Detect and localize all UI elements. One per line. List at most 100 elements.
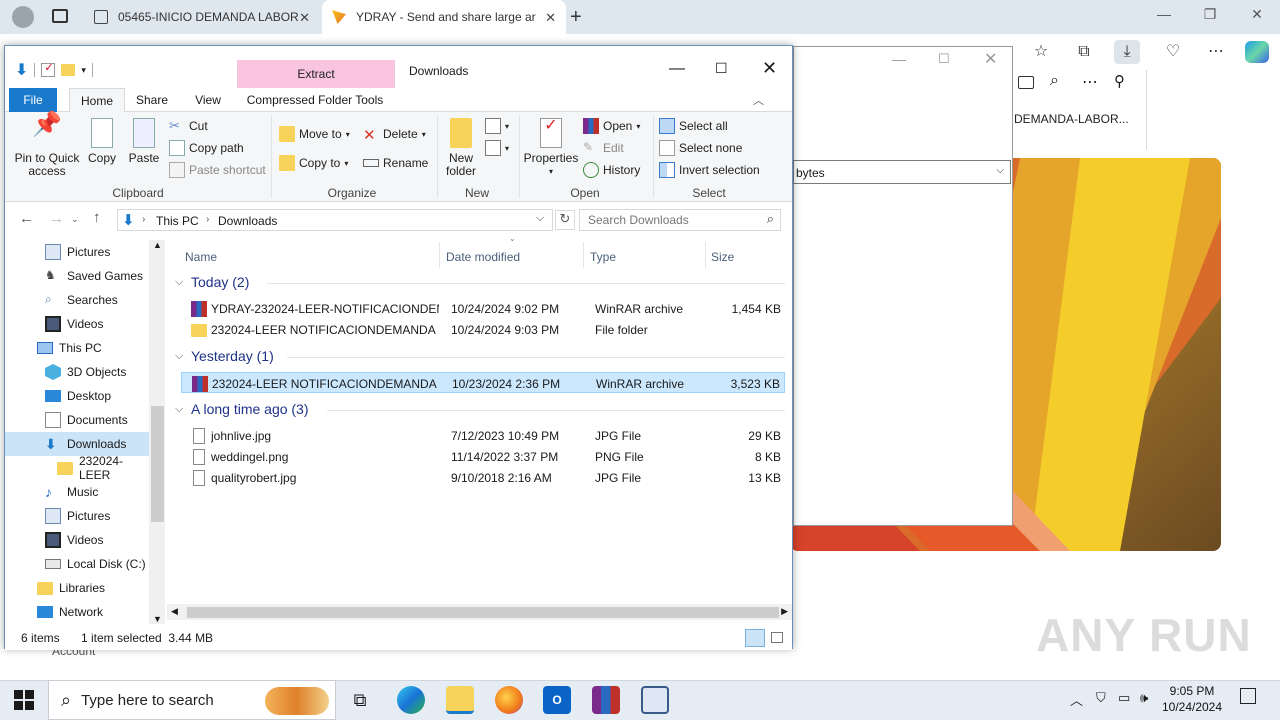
delete-button[interactable]: ✕ Delete ▾ (363, 124, 426, 144)
refresh-button[interactable]: ↻ (555, 210, 575, 230)
properties-button[interactable]: ✓ Properties ▾ (523, 118, 579, 178)
column-header-type[interactable]: Type (590, 250, 616, 264)
search-icon[interactable]: ⌕ (1050, 72, 1059, 90)
select-all-button[interactable]: Select all (659, 116, 728, 136)
dialog-minimize-icon[interactable]: — (892, 51, 906, 67)
easy-access-button[interactable]: ▾ (485, 138, 509, 158)
new-folder-button[interactable]: New folder (441, 118, 481, 178)
edge-icon[interactable] (397, 686, 425, 714)
edit-button[interactable]: ✎ Edit (583, 138, 624, 158)
nav-item-videos[interactable]: Videos (5, 312, 149, 336)
file-row[interactable]: 232024-LEER NOTIFICACIONDEMANDA L... 10/… (181, 372, 785, 393)
nav-item-searches[interactable]: ⌕ Searches (5, 288, 149, 312)
forward-button[interactable]: → (49, 210, 64, 227)
move-to-button[interactable]: Move to ▾ (279, 124, 350, 144)
new-item-button[interactable]: ▾ (485, 116, 509, 136)
downloads-icon[interactable]: ⤓ (1114, 40, 1140, 64)
tab-compressed-folder-tools[interactable]: Compressed Folder Tools (245, 88, 385, 112)
address-bar[interactable]: ⬇ › This PC › Downloads ⌵ (117, 209, 553, 231)
security-icon[interactable]: ⛉ (1096, 690, 1106, 706)
outlook-icon[interactable]: O (543, 686, 571, 714)
app-icon[interactable] (641, 686, 669, 714)
file-row[interactable]: johnlive.jpg 7/12/2023 10:49 PM JPG File… (181, 425, 785, 446)
unit-select[interactable]: bytes ⌵ (793, 160, 1011, 184)
tab-share[interactable]: Share (131, 88, 173, 112)
paste-shortcut-button[interactable]: Paste shortcut (169, 160, 266, 180)
nav-item-libraries[interactable]: Libraries (5, 576, 149, 600)
new-folder-icon[interactable] (61, 64, 76, 76)
customize-qat-icon[interactable]: ▾ (81, 65, 86, 76)
column-header-date[interactable]: Date modified (446, 250, 520, 264)
cut-button[interactable]: ✂ Cut (169, 116, 208, 136)
rename-button[interactable]: Rename (363, 153, 428, 173)
pin-icon[interactable]: ⚲ (1114, 72, 1125, 90)
copy-path-button[interactable]: Copy path (169, 138, 244, 158)
show-hidden-icons-icon[interactable]: ︿ (1070, 690, 1083, 709)
collapse-ribbon-icon[interactable]: ︿ (753, 92, 764, 108)
nav-item-pictures[interactable]: Pictures (5, 240, 149, 264)
start-button[interactable] (14, 690, 34, 710)
properties-icon[interactable]: ✓ (41, 62, 56, 77)
pin-to-quick-access-button[interactable]: 📌 Pin to Quick access (11, 113, 83, 178)
column-header-name[interactable]: Name (185, 250, 217, 264)
paste-button[interactable]: Paste (127, 118, 161, 165)
notifications-icon[interactable] (1240, 688, 1256, 704)
minimize-icon[interactable]: — (669, 60, 685, 78)
browser-tab-inicio-demanda[interactable]: 05465-INICIO DEMANDA LABOR ✕ (84, 0, 320, 34)
favorites-icon[interactable]: ☆ (1028, 40, 1054, 64)
close-icon[interactable]: ✕ (1245, 6, 1269, 28)
nav-item-network[interactable]: Network (5, 600, 149, 624)
scroll-left-icon[interactable]: ◀ (171, 606, 178, 617)
new-tab-icon[interactable]: + (570, 6, 582, 29)
folder-icon[interactable] (1018, 76, 1034, 89)
select-none-button[interactable]: Select none (659, 138, 742, 158)
volume-icon[interactable]: 🕪 (1140, 690, 1148, 706)
tab-actions-icon[interactable] (52, 9, 68, 23)
collections-icon[interactable]: ⧉ (1071, 40, 1097, 64)
network-icon[interactable]: ▭ (1118, 690, 1130, 706)
scroll-up-icon[interactable]: ▲ (153, 240, 162, 250)
nav-item-documents[interactable]: Documents (5, 408, 149, 432)
close-tab-icon[interactable]: ✕ (299, 10, 310, 26)
file-row[interactable]: YDRAY-232024-LEER-NOTIFICACIONDEM... 10/… (181, 298, 785, 319)
dialog-close-icon[interactable]: ✕ (984, 49, 997, 69)
firefox-icon[interactable] (495, 686, 523, 714)
invert-selection-button[interactable]: Invert selection (659, 160, 760, 180)
nav-item-this-pc[interactable]: This PC (5, 336, 149, 360)
nav-item-videos-pc[interactable]: Videos (5, 528, 149, 552)
dialog-maximize-icon[interactable]: ☐ (938, 51, 950, 67)
recent-locations-icon[interactable]: ⌄ (71, 214, 79, 225)
nav-scroll-thumb[interactable] (151, 406, 164, 522)
restore-icon[interactable]: ❐ (1198, 6, 1222, 28)
performance-icon[interactable]: ♡ (1160, 40, 1186, 64)
file-row[interactable]: weddingel.png 11/14/2022 3:37 PM PNG Fil… (181, 446, 785, 467)
breadcrumb-downloads[interactable]: Downloads (218, 214, 277, 228)
search-input[interactable]: Search Downloads ⌕ (579, 209, 781, 231)
group-header-long-time-ago[interactable]: ⌵ A long time ago (3) (175, 401, 309, 417)
nav-item-232024-leer[interactable]: 232024-LEER (5, 454, 149, 482)
up-button[interactable]: ↑ (93, 209, 101, 226)
open-button[interactable]: Open ▾ (583, 116, 640, 136)
more-icon[interactable]: ⋯ (1203, 40, 1229, 64)
nav-item-desktop[interactable]: Desktop (5, 384, 149, 408)
scroll-right-icon[interactable]: ▶ (781, 606, 788, 617)
copy-button[interactable]: Copy (85, 118, 119, 165)
taskbar-search-input[interactable]: ⌕ Type here to search (48, 680, 336, 720)
scroll-down-icon[interactable]: ▼ (153, 614, 162, 624)
group-header-today[interactable]: ⌵ Today (2) (175, 274, 249, 290)
file-row[interactable]: 232024-LEER NOTIFICACIONDEMANDA L... 10/… (181, 319, 785, 340)
nav-item-3d-objects[interactable]: 3D Objects (5, 360, 149, 384)
file-row[interactable]: qualityrobert.jpg 9/10/2018 2:16 AM JPG … (181, 467, 785, 488)
close-icon[interactable]: ✕ (762, 58, 777, 79)
maximize-icon[interactable]: ☐ (715, 60, 728, 77)
nav-item-saved-games[interactable]: ♞ Saved Games (5, 264, 149, 288)
horizontal-scroll-thumb[interactable] (187, 607, 779, 618)
winrar-icon[interactable] (592, 686, 620, 714)
tab-file[interactable]: File (9, 88, 57, 112)
column-header-size[interactable]: Size (711, 250, 734, 264)
tab-home[interactable]: Home (69, 88, 125, 112)
nav-item-downloads[interactable]: ⬇ Downloads (5, 432, 149, 456)
breadcrumb-this-pc[interactable]: This PC (156, 214, 199, 228)
copilot-icon[interactable] (1245, 41, 1269, 63)
browser-tab-ydray[interactable]: YDRAY - Send and share large ar ✕ (322, 0, 566, 34)
